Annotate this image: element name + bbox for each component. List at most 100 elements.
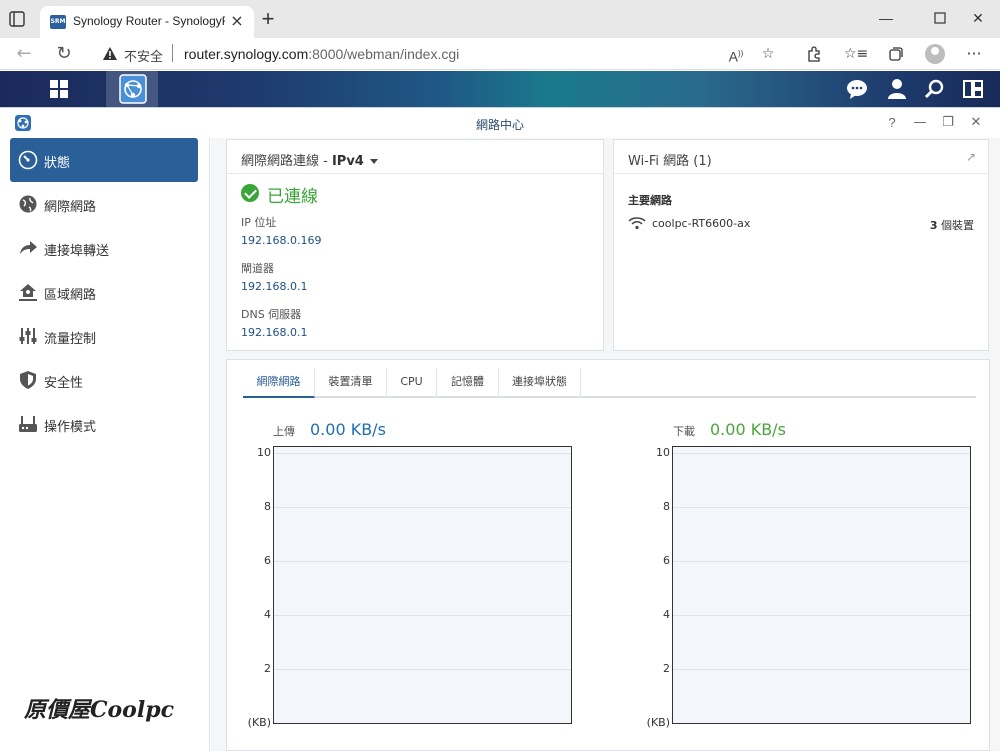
check-circle-icon <box>241 184 259 202</box>
speedometer-icon <box>18 150 38 170</box>
sidebar-item-internet[interactable]: 網際網路 <box>10 182 198 226</box>
tab-actions-icon[interactable] <box>8 10 26 28</box>
y-tick-label: 2 <box>663 662 670 675</box>
wifi-ssid[interactable]: coolpc-RT6600-ax <box>652 217 750 230</box>
back-icon[interactable]: ← <box>12 42 36 66</box>
download-rate: 0.00 KB/s <box>710 420 786 439</box>
upload-label: 上傳 <box>273 425 295 438</box>
sidebar-item-label: 安全性 <box>44 376 84 391</box>
chevron-down-icon <box>369 159 378 164</box>
window-close-icon[interactable]: ✕ <box>966 114 986 132</box>
sidebar-item-operation-mode[interactable]: 操作模式 <box>10 402 198 446</box>
url-field[interactable]: 不安全 router.synology.com:8000/webman/inde… <box>92 40 788 68</box>
gateway-value: 192.168.0.1 <box>241 280 308 293</box>
url-text: router.synology.com:8000/webman/index.cg… <box>184 46 459 62</box>
window-title: 網路中心 <box>475 118 524 132</box>
browser-tab[interactable]: SRM Synology Router - SynologyRouter × <box>40 6 254 38</box>
tab-device-list[interactable]: 裝置清單 <box>315 368 387 398</box>
sidebar-item-port-forwarding[interactable]: 連接埠轉送 <box>10 226 198 270</box>
close-tab-icon[interactable]: × <box>228 12 246 30</box>
grid-line <box>274 615 571 616</box>
connected-devices-count: 3 個裝置 <box>930 217 974 233</box>
watermark-logo: 原價屋Coolpc <box>24 697 174 723</box>
sidebar-item-label: 流量控制 <box>44 332 97 347</box>
y-tick-label: 8 <box>663 500 670 513</box>
upload-rate: 0.00 KB/s <box>310 420 386 439</box>
sidebar-item-local-network[interactable]: 區域網路 <box>10 270 198 314</box>
device-count-number: 3 <box>929 219 938 232</box>
grid-line <box>673 615 970 616</box>
router-icon <box>18 414 38 434</box>
primary-network-label: 主要網路 <box>628 194 672 207</box>
grid-line <box>673 669 970 670</box>
y-tick-label: 10 <box>656 446 670 459</box>
network-center-app-icon[interactable] <box>106 71 158 107</box>
dns-server-value: 192.168.0.1 <box>241 326 308 339</box>
download-label: 下載 <box>673 425 695 438</box>
sidebar-item-label: 網際網路 <box>44 200 97 215</box>
y-tick-label: 4 <box>663 608 670 621</box>
shield-icon <box>18 370 38 390</box>
tab-internet[interactable]: 網際網路 <box>243 368 315 398</box>
tab-cpu[interactable]: CPU <box>387 368 437 398</box>
grid-line <box>673 453 970 454</box>
add-favorite-icon[interactable]: ☆ <box>756 42 780 66</box>
home-network-icon <box>18 282 38 302</box>
user-icon[interactable] <box>884 77 910 101</box>
main-content: 網際網路連線 - IPv4 已連線 IP 位址 192.168.0.169 閘道… <box>211 138 1000 751</box>
sidebar-item-label: 連接埠轉送 <box>44 244 110 259</box>
browser-tab-strip: SRM Synology Router - SynologyRouter × +… <box>0 0 1000 38</box>
grid-line <box>274 507 571 508</box>
more-options-icon[interactable]: ··· <box>962 42 986 66</box>
favorites-icon[interactable]: ☆≡ <box>844 42 868 66</box>
sidebar-item-label: 操作模式 <box>44 420 97 435</box>
search-icon[interactable] <box>922 77 948 101</box>
ip-address-value: 192.168.0.169 <box>241 234 322 247</box>
grid-line <box>274 561 571 562</box>
y-tick-label: 2 <box>264 662 271 675</box>
expand-arrow-icon[interactable]: ↗ <box>966 151 976 163</box>
grid-line <box>274 453 571 454</box>
srm-taskbar <box>0 71 1000 107</box>
close-window-icon[interactable]: ✕ <box>966 8 990 28</box>
minimize-window-icon[interactable]: — <box>874 8 898 28</box>
refresh-icon[interactable]: ↻ <box>52 42 76 66</box>
sidebar-item-label: 狀態 <box>44 156 71 171</box>
tab-port-status[interactable]: 連接埠狀態 <box>499 368 581 398</box>
sidebar-item-security[interactable]: 安全性 <box>10 358 198 402</box>
profile-avatar[interactable] <box>925 44 945 64</box>
internet-title-prefix: 網際網路連線 - <box>241 154 332 169</box>
read-aloud-icon[interactable]: A)) <box>724 42 748 66</box>
ip-mode-label: IPv4 <box>331 154 364 169</box>
url-host: router.synology.com <box>184 46 309 62</box>
sidebar-item-status[interactable]: 狀態 <box>10 138 198 182</box>
device-count-unit: 個裝置 <box>937 219 974 232</box>
insecure-label: 不安全 <box>124 50 164 65</box>
upload-graph <box>273 446 572 724</box>
new-tab-button[interactable]: + <box>258 8 278 30</box>
traffic-monitor-panel: 網際網路 裝置清單 CPU 記憶體 連接埠狀態 上傳 0.00 KB/s 10 … <box>226 359 990 751</box>
window-restore-icon[interactable]: ❐ <box>938 114 958 132</box>
y-tick-label: 10 <box>257 446 271 459</box>
internet-panel-title[interactable]: 網際網路連線 - IPv4 <box>241 150 378 169</box>
network-center-window: 網路中心 ? — ❐ ✕ 狀態 網際網路 連接埠轉送 區域網路 流量控制 安全性… <box>0 107 1000 751</box>
y-tick-label: 8 <box>264 500 271 513</box>
connection-status: 已連線 <box>267 187 318 207</box>
extensions-icon[interactable] <box>802 42 826 66</box>
ip-address-label: IP 位址 <box>241 216 277 229</box>
maximize-window-icon[interactable] <box>928 8 952 28</box>
address-bar: ← ↻ 不安全 router.synology.com:8000/webman/… <box>0 38 1000 70</box>
forward-arrow-icon <box>18 238 38 258</box>
grid-line <box>274 669 571 670</box>
sidebar-item-label: 區域網路 <box>44 288 97 303</box>
y-unit-label: (KB) <box>247 716 271 729</box>
window-header: 網路中心 ? — ❐ ✕ <box>0 108 1000 138</box>
main-menu-icon[interactable] <box>40 73 78 105</box>
window-minimize-icon[interactable]: — <box>910 114 930 132</box>
notification-icon[interactable] <box>844 77 870 101</box>
collections-icon[interactable] <box>884 42 908 66</box>
widgets-icon[interactable] <box>960 77 986 101</box>
tab-memory[interactable]: 記憶體 <box>437 368 499 398</box>
help-icon[interactable]: ? <box>882 114 902 132</box>
sidebar-item-traffic-control[interactable]: 流量控制 <box>10 314 198 358</box>
